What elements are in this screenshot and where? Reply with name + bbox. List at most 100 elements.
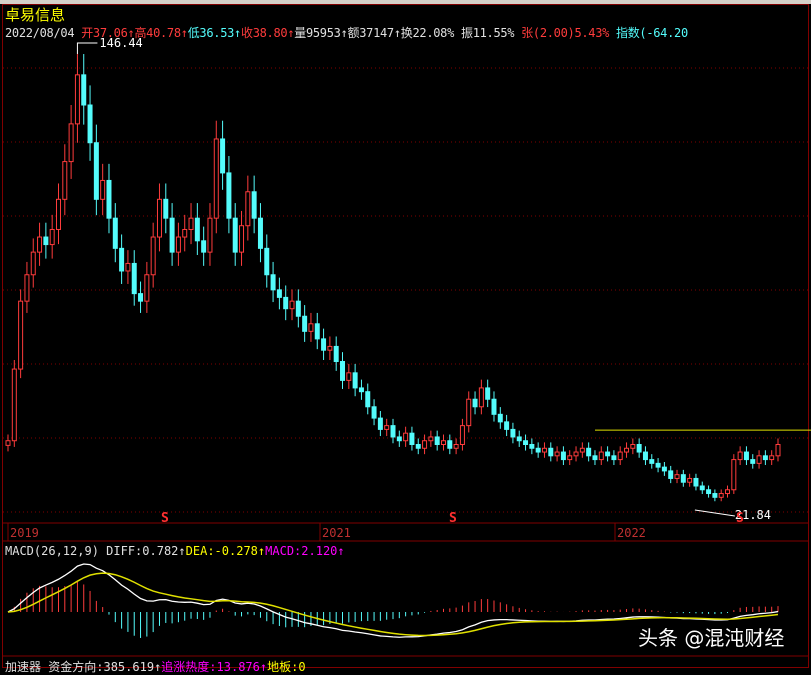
candle-up — [289, 300, 295, 310]
candle-up — [403, 432, 409, 442]
candle-up — [239, 225, 245, 253]
candle-down — [535, 447, 541, 453]
indicator-bar: 加速器 资金方向:385.619↑追涨热度:13.876↑地板:0 — [5, 658, 306, 675]
candle-up — [422, 440, 428, 449]
diff-value: 0.782 — [142, 544, 179, 558]
candle-down — [81, 74, 87, 106]
open-value: 37.06 — [92, 26, 128, 40]
high-value: 40.78 — [146, 26, 181, 40]
candle-down — [257, 217, 263, 249]
min-leader — [694, 509, 735, 517]
candle-up — [207, 217, 213, 253]
candle-down — [523, 440, 529, 445]
candle-down — [592, 455, 598, 461]
volume-label: 量 — [294, 26, 306, 40]
candle-down — [365, 391, 371, 408]
quote-date: 2022/08/04 — [5, 26, 75, 40]
candle-down — [636, 443, 642, 453]
candle-down — [43, 236, 49, 246]
candle-up — [18, 300, 24, 370]
candle-down — [642, 451, 648, 461]
candle-up — [156, 198, 162, 238]
candle-down — [371, 406, 377, 419]
candle-down — [415, 443, 421, 449]
heat-label: 追涨热度: — [161, 660, 217, 674]
quote-bar: 2022/08/04 开37.06↑高40.78↑低36.53↑收38.80↑量… — [5, 24, 688, 41]
candle-down — [87, 104, 93, 144]
change-value: (2.00)5.43% — [532, 26, 610, 40]
candle-down — [529, 443, 535, 449]
candle-down — [504, 421, 510, 430]
fund-value: 385.619 — [103, 660, 155, 674]
candle-down — [560, 451, 566, 461]
amplitude-label: 振 — [460, 26, 473, 40]
candle-up — [440, 440, 446, 445]
candle-down — [409, 432, 415, 445]
candle-down — [340, 361, 346, 381]
macd-label: MACD: — [265, 544, 302, 558]
candle-up — [617, 451, 623, 461]
close-label: 收 — [240, 26, 253, 40]
candle-up — [24, 274, 30, 302]
candle-down — [655, 462, 661, 468]
kline-chart[interactable]: 2019 2021 2022146.4421.84S S S — [0, 0, 811, 670]
candle-down — [333, 345, 339, 363]
candle-up — [478, 387, 484, 408]
open-label: 开 — [81, 26, 93, 40]
candle-up — [466, 398, 472, 427]
candle-up — [37, 236, 43, 253]
candle-up — [182, 228, 188, 238]
candle-down — [119, 247, 125, 272]
candle-down — [510, 428, 516, 438]
candle-up — [687, 477, 693, 483]
signal-marker: S — [736, 511, 744, 526]
candle-up — [718, 493, 724, 498]
candle-up — [150, 236, 156, 276]
candle-down — [377, 417, 383, 430]
heat-value: 13.876 — [216, 660, 260, 674]
candle-down — [270, 274, 276, 291]
candle-down — [699, 485, 705, 491]
candle-up — [598, 451, 604, 461]
candle-up — [630, 443, 636, 449]
change-label: 张 — [521, 26, 533, 40]
floor-label: 地板: — [267, 660, 299, 674]
candle-up — [188, 217, 194, 230]
amount-value: 37147 — [359, 26, 394, 40]
candle-down — [201, 240, 207, 253]
index-label: 指数 — [616, 26, 640, 40]
candle-up — [74, 74, 80, 125]
candle-down — [762, 455, 768, 461]
candle-up — [737, 451, 743, 461]
candle-down — [497, 413, 503, 423]
candle-up — [725, 489, 731, 495]
max-leader — [76, 42, 98, 55]
candle-down — [516, 436, 522, 442]
candle-up — [213, 138, 219, 219]
candle-up — [245, 191, 251, 227]
candle-up — [68, 123, 74, 163]
low-label: 低 — [187, 26, 200, 40]
candle-down — [661, 466, 667, 472]
high-label: 高 — [134, 26, 147, 40]
candle-down — [750, 459, 756, 464]
candle-down — [586, 447, 592, 457]
candle-down — [712, 493, 718, 498]
low-value: 36.53 — [199, 26, 235, 40]
stock-name: 卓易信息 — [5, 6, 66, 24]
up-arrow-icon: ↑ — [178, 544, 186, 558]
candle-down — [276, 289, 282, 298]
candle-down — [447, 440, 453, 449]
candle-down — [283, 296, 289, 310]
candle-up — [459, 425, 465, 445]
up-arrow-icon: ↑ — [393, 26, 401, 40]
candle-up — [30, 251, 36, 276]
turnover-label: 换 — [400, 26, 413, 40]
candle-up — [554, 451, 560, 457]
up-arrow-icon: ↑ — [180, 26, 188, 40]
candle-up — [775, 443, 781, 457]
candle-down — [251, 191, 257, 219]
candle-up — [125, 262, 131, 272]
candle-down — [314, 323, 320, 340]
dea-label: DEA: — [185, 544, 215, 558]
